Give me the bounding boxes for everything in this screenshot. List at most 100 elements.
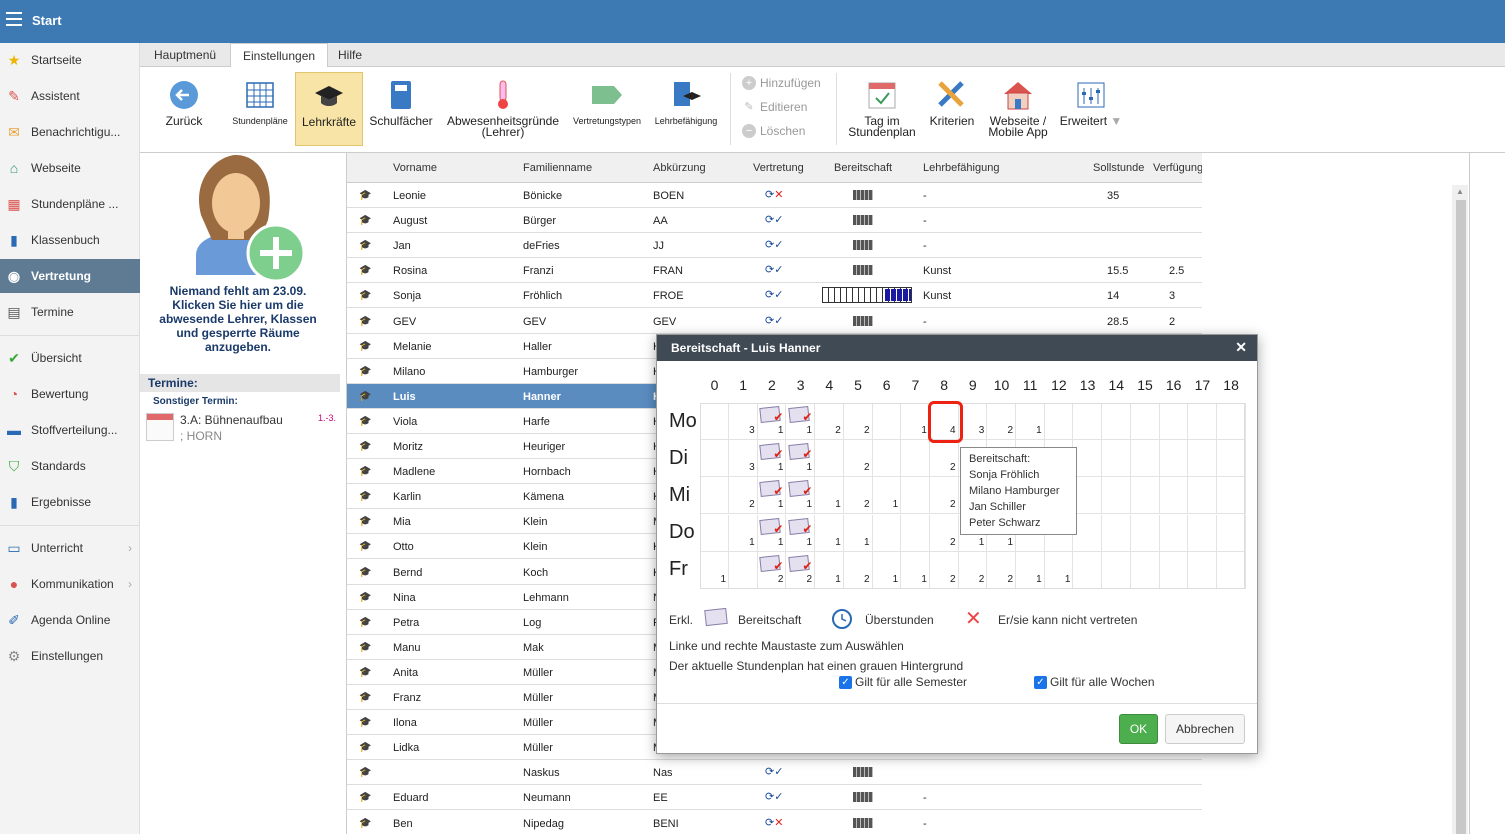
sidebar-item-einstellungen[interactable]: ⚙ Einstellungen [0, 639, 140, 673]
standby-grid-icon[interactable] [853, 265, 873, 276]
sidebar-item-uebersicht[interactable]: ✔ Übersicht [0, 341, 140, 375]
standby-cell[interactable] [1101, 403, 1131, 440]
standby-cell[interactable] [1187, 514, 1217, 552]
substitution-status-icon[interactable]: ⟳✕ [765, 188, 783, 201]
standby-cell[interactable] [728, 551, 758, 589]
standby-cell[interactable] [1216, 440, 1246, 478]
sidebar-item-ergebnisse[interactable]: ▮ Ergebnisse [0, 485, 140, 519]
standby-grid-icon[interactable] [853, 215, 873, 226]
website-mobile-app-button[interactable]: Webseite / Mobile App [984, 72, 1052, 146]
subjects-button[interactable]: Schulfächer [366, 72, 436, 146]
standby-cell[interactable]: 1 [757, 440, 787, 478]
substitution-status-icon[interactable]: ⟳✓ [765, 213, 783, 226]
standby-cell[interactable]: 2 [929, 514, 959, 552]
standby-cell[interactable]: 3 [728, 440, 758, 478]
add-absent-teacher-icon[interactable] [176, 155, 306, 283]
standby-cell[interactable]: 1 [872, 477, 902, 515]
col-header-qual[interactable]: Lehrbefähigung [923, 162, 999, 174]
standby-cell[interactable]: 2 [929, 477, 959, 515]
standby-cell[interactable]: 2 [843, 477, 873, 515]
standby-cell[interactable] [1159, 514, 1189, 552]
standby-cell[interactable]: 3 [728, 403, 758, 440]
table-row[interactable]: 🎓 Leonie Bönicke BOEN ⟳✕ - 35 [347, 183, 1202, 208]
standby-cell[interactable] [700, 440, 729, 478]
standby-grid-icon[interactable] [853, 315, 873, 326]
standby-cell[interactable]: 1 [786, 440, 816, 478]
standby-cell[interactable] [900, 440, 930, 478]
substitution-types-button[interactable]: Vertretungstypen [570, 72, 644, 146]
standby-cell[interactable] [1073, 514, 1103, 552]
standby-cell[interactable] [1073, 440, 1103, 478]
timetables-button[interactable]: Stundenpläne [228, 72, 292, 146]
standby-cell[interactable]: 2 [958, 551, 988, 589]
checkbox-all-weeks[interactable]: ✓ Gilt für alle Wochen [1034, 675, 1155, 689]
standby-cell[interactable]: 1 [814, 514, 844, 552]
criteria-button[interactable]: Kriterien [926, 72, 978, 146]
standby-grid-icon[interactable] [853, 190, 873, 200]
standby-cell[interactable] [1187, 477, 1217, 515]
sidebar-item-assistent[interactable]: ✎ Assistent [0, 79, 140, 113]
standby-cell[interactable] [700, 477, 729, 515]
standby-cell[interactable]: 1 [700, 551, 729, 589]
standby-cell[interactable] [1159, 551, 1189, 589]
standby-cell[interactable]: 1 [872, 551, 902, 589]
absence-reasons-button[interactable]: Abwesenheitsgründe (Lehrer) [446, 72, 560, 146]
standby-cell[interactable]: 2 [814, 403, 844, 440]
day-in-timetable-button[interactable]: Tag im Stundenplan [844, 72, 920, 146]
checkbox-all-semesters[interactable]: ✓ Gilt für alle Semester [839, 675, 967, 689]
col-header-target[interactable]: Sollstunde [1093, 162, 1144, 174]
tab-einstellungen[interactable]: Einstellungen [230, 43, 329, 68]
table-row[interactable]: 🎓 Sonja Fröhlich FROE ⟳✓ Kunst 14 3 [347, 283, 1202, 309]
standby-cell[interactable] [1216, 477, 1246, 515]
standby-cell[interactable]: 1 [814, 551, 844, 589]
cancel-button[interactable]: Abbrechen [1165, 714, 1245, 744]
tab-hauptmenue[interactable]: Hauptmenü [142, 43, 228, 67]
qualification-button[interactable]: Lehrbefähigung [650, 72, 722, 146]
standby-cell[interactable] [1073, 403, 1103, 440]
edit-button[interactable]: ✎ Editieren [742, 98, 807, 116]
sidebar-item-bewertung[interactable]: ◔ Bewertung [0, 377, 140, 411]
standby-cell[interactable]: 1 [900, 403, 930, 440]
sidebar-item-benachrichtigungen[interactable]: ✉ Benachrichtigu... [0, 115, 140, 149]
col-header-avail[interactable]: Verfügung [1153, 162, 1202, 174]
sidebar-item-webseite[interactable]: ⌂ Webseite [0, 151, 140, 185]
standby-cell[interactable]: 1 [757, 514, 787, 552]
table-row[interactable]: 🎓 Ben Nipedag BENI ⟳✕ - [347, 811, 1202, 834]
col-header-abbr[interactable]: Abkürzung [653, 162, 706, 174]
table-row[interactable]: 🎓 Jan deFries JJ ⟳✓ - [347, 233, 1202, 259]
sidebar-item-vertretung[interactable]: ◉ Vertretung [0, 259, 140, 293]
standby-cell[interactable] [1130, 403, 1160, 440]
standby-cell[interactable] [1187, 403, 1217, 440]
ok-button[interactable]: OK [1119, 714, 1158, 744]
substitution-status-icon[interactable]: ⟳✕ [765, 816, 783, 829]
table-row[interactable]: 🎓 Naskus Nas ⟳✓ [347, 760, 1202, 786]
back-button[interactable]: Zurück [160, 72, 208, 146]
table-row[interactable]: 🎓 Eduard Neumann EE ⟳✓ - [347, 785, 1202, 811]
add-button[interactable]: + Hinzufügen [742, 74, 821, 92]
col-header-firstname[interactable]: Vorname [393, 162, 437, 174]
standby-cell[interactable] [1130, 440, 1160, 478]
standby-cell[interactable]: 1 [814, 477, 844, 515]
sidebar-item-kommunikation[interactable]: ● Kommunikation › [0, 567, 140, 601]
standby-cell[interactable] [700, 403, 729, 440]
standby-cell[interactable]: 2 [728, 477, 758, 515]
substitution-status-icon[interactable]: ⟳✓ [765, 765, 783, 778]
standby-cell[interactable] [872, 440, 902, 478]
standby-cell[interactable] [1216, 514, 1246, 552]
standby-cell[interactable] [872, 514, 902, 552]
standby-cell[interactable] [872, 403, 902, 440]
standby-cell[interactable] [1073, 551, 1103, 589]
standby-cell[interactable]: 1 [1015, 403, 1045, 440]
table-row[interactable]: 🎓 Rosina Franzi FRAN ⟳✓ Kunst 15.5 2.5 [347, 258, 1202, 284]
standby-grid-icon[interactable] [853, 240, 873, 251]
standby-cell[interactable]: 1 [1015, 551, 1045, 589]
substitution-status-icon[interactable]: ⟳✓ [765, 790, 783, 803]
table-row[interactable]: 🎓 August Bürger AA ⟳✓ - [347, 208, 1202, 234]
standby-cell[interactable]: 1 [843, 514, 873, 552]
standby-grid-icon[interactable] [822, 287, 912, 304]
standby-cell[interactable]: 1 [1044, 551, 1074, 589]
col-header-lastname[interactable]: Familienname [523, 162, 592, 174]
standby-cell[interactable] [1187, 440, 1217, 478]
standby-cell[interactable]: 2 [987, 551, 1016, 589]
sidebar-item-agenda-online[interactable]: ✐ Agenda Online [0, 603, 140, 637]
